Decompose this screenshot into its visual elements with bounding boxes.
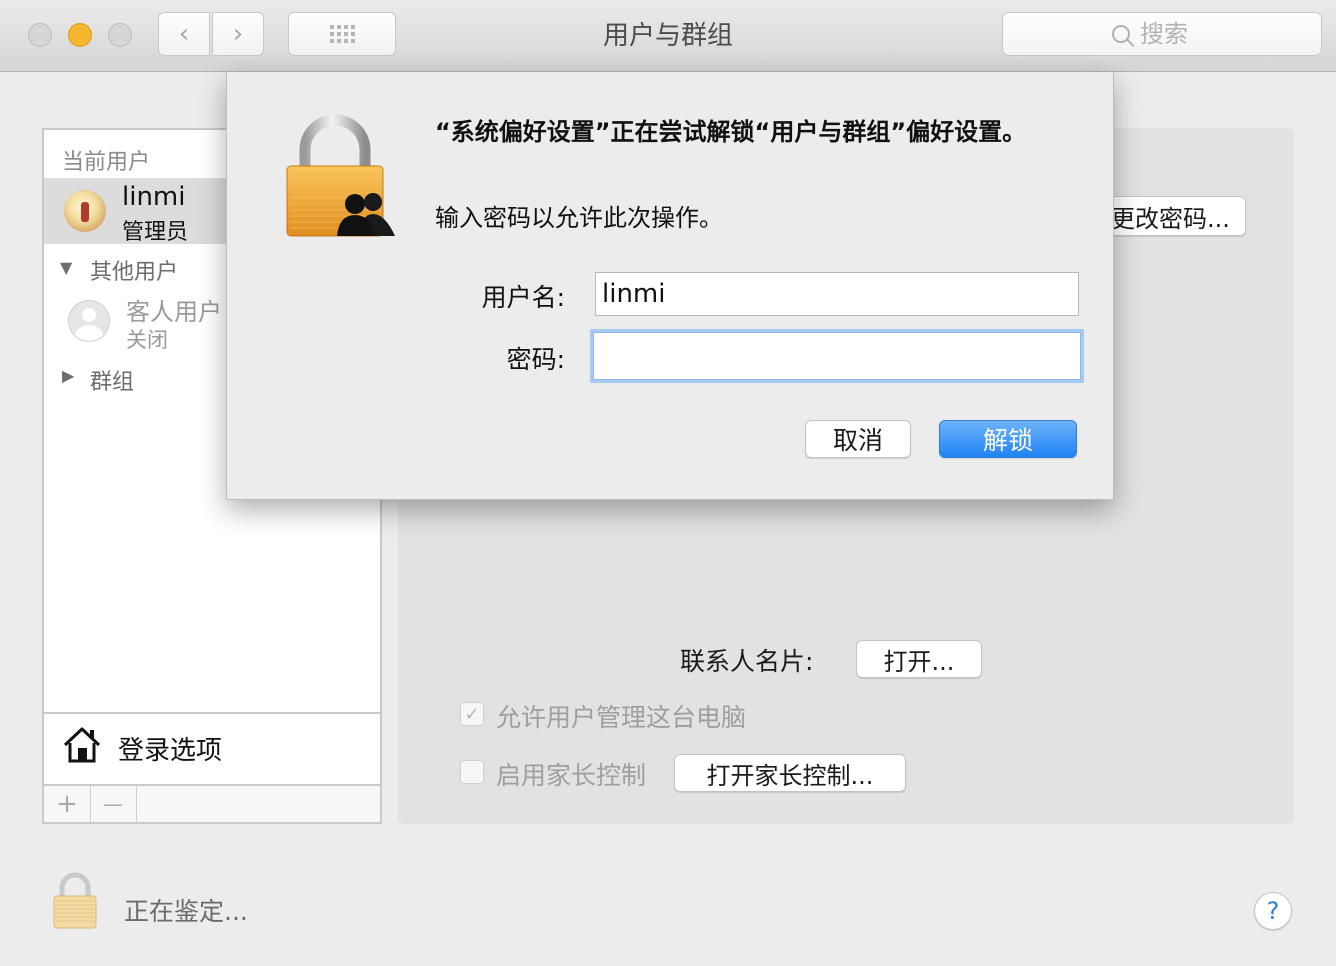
username-label: 用户名: — [481, 283, 565, 312]
close-window-button[interactable] — [28, 23, 52, 47]
navigation-buttons: ‹ › — [158, 12, 266, 56]
remove-user-button[interactable]: — — [90, 786, 137, 822]
avatar — [64, 190, 106, 232]
login-options-item[interactable]: 登录选项 — [44, 712, 380, 784]
guest-user-status: 关闭 — [126, 328, 168, 352]
zoom-window-button[interactable] — [108, 23, 132, 47]
guest-user-name[interactable]: 客人用户 — [126, 292, 222, 327]
login-options-label: 登录选项 — [118, 736, 223, 766]
password-label: 密码: — [506, 345, 565, 374]
user-role: 管理员 — [122, 220, 189, 245]
other-users-header: 其他用户 — [90, 260, 179, 285]
lock-icon[interactable] — [50, 870, 100, 930]
grid-icon — [329, 25, 355, 43]
add-user-button[interactable]: + — [44, 786, 91, 822]
change-password-button[interactable]: 更改密码... — [1106, 196, 1246, 236]
current-users-header: 当前用户 — [62, 150, 151, 175]
chevron-left-icon: ‹ — [178, 19, 190, 49]
help-button[interactable]: ? — [1254, 892, 1292, 930]
disclosure-closed-icon[interactable]: ▶ — [62, 366, 74, 385]
cancel-button[interactable]: 取消 — [805, 420, 911, 458]
unlock-button[interactable]: 解锁 — [939, 420, 1077, 458]
allow-admin-checkbox[interactable]: ✓ — [460, 702, 484, 726]
add-remove-bar: + — — [44, 784, 380, 822]
auth-status-text: 正在鉴定... — [124, 897, 248, 926]
show-all-button[interactable] — [288, 12, 396, 56]
unlock-dialog: “系统偏好设置”正在尝试解锁“用户与群组”偏好设置。 输入密码以允许此次操作。 … — [226, 72, 1114, 500]
forward-button[interactable]: › — [212, 12, 264, 56]
password-field[interactable] — [593, 332, 1081, 380]
search-icon — [1112, 25, 1130, 43]
disclosure-open-icon[interactable]: ▼ — [60, 258, 72, 277]
open-parental-controls-button[interactable]: 打开家长控制... — [674, 754, 906, 792]
parental-controls-checkbox[interactable] — [460, 760, 484, 784]
user-name: linmi — [122, 182, 186, 212]
search-field[interactable] — [1002, 12, 1322, 56]
open-contact-card-button[interactable]: 打开... — [856, 640, 982, 678]
dialog-message: 输入密码以允许此次操作。 — [435, 204, 723, 232]
username-field[interactable] — [595, 272, 1079, 316]
house-icon — [63, 727, 101, 763]
title-bar: ‹ › 用户与群组 — [0, 0, 1336, 72]
minimize-window-button[interactable] — [68, 23, 92, 47]
guest-avatar — [68, 300, 110, 342]
search-input[interactable] — [1138, 19, 1212, 49]
parental-controls-label: 启用家长控制 — [496, 761, 647, 790]
groups-header[interactable]: 群组 — [90, 364, 134, 396]
contact-card-label: 联系人名片: — [680, 647, 814, 676]
lock-users-icon — [286, 114, 395, 237]
dialog-title: “系统偏好设置”正在尝试解锁“用户与群组”偏好设置。 — [435, 118, 1027, 146]
checkmark-icon: ✓ — [464, 703, 480, 725]
back-button[interactable]: ‹ — [158, 12, 210, 56]
chevron-right-icon: › — [232, 19, 244, 49]
allow-admin-label: 允许用户管理这台电脑 — [496, 703, 747, 732]
